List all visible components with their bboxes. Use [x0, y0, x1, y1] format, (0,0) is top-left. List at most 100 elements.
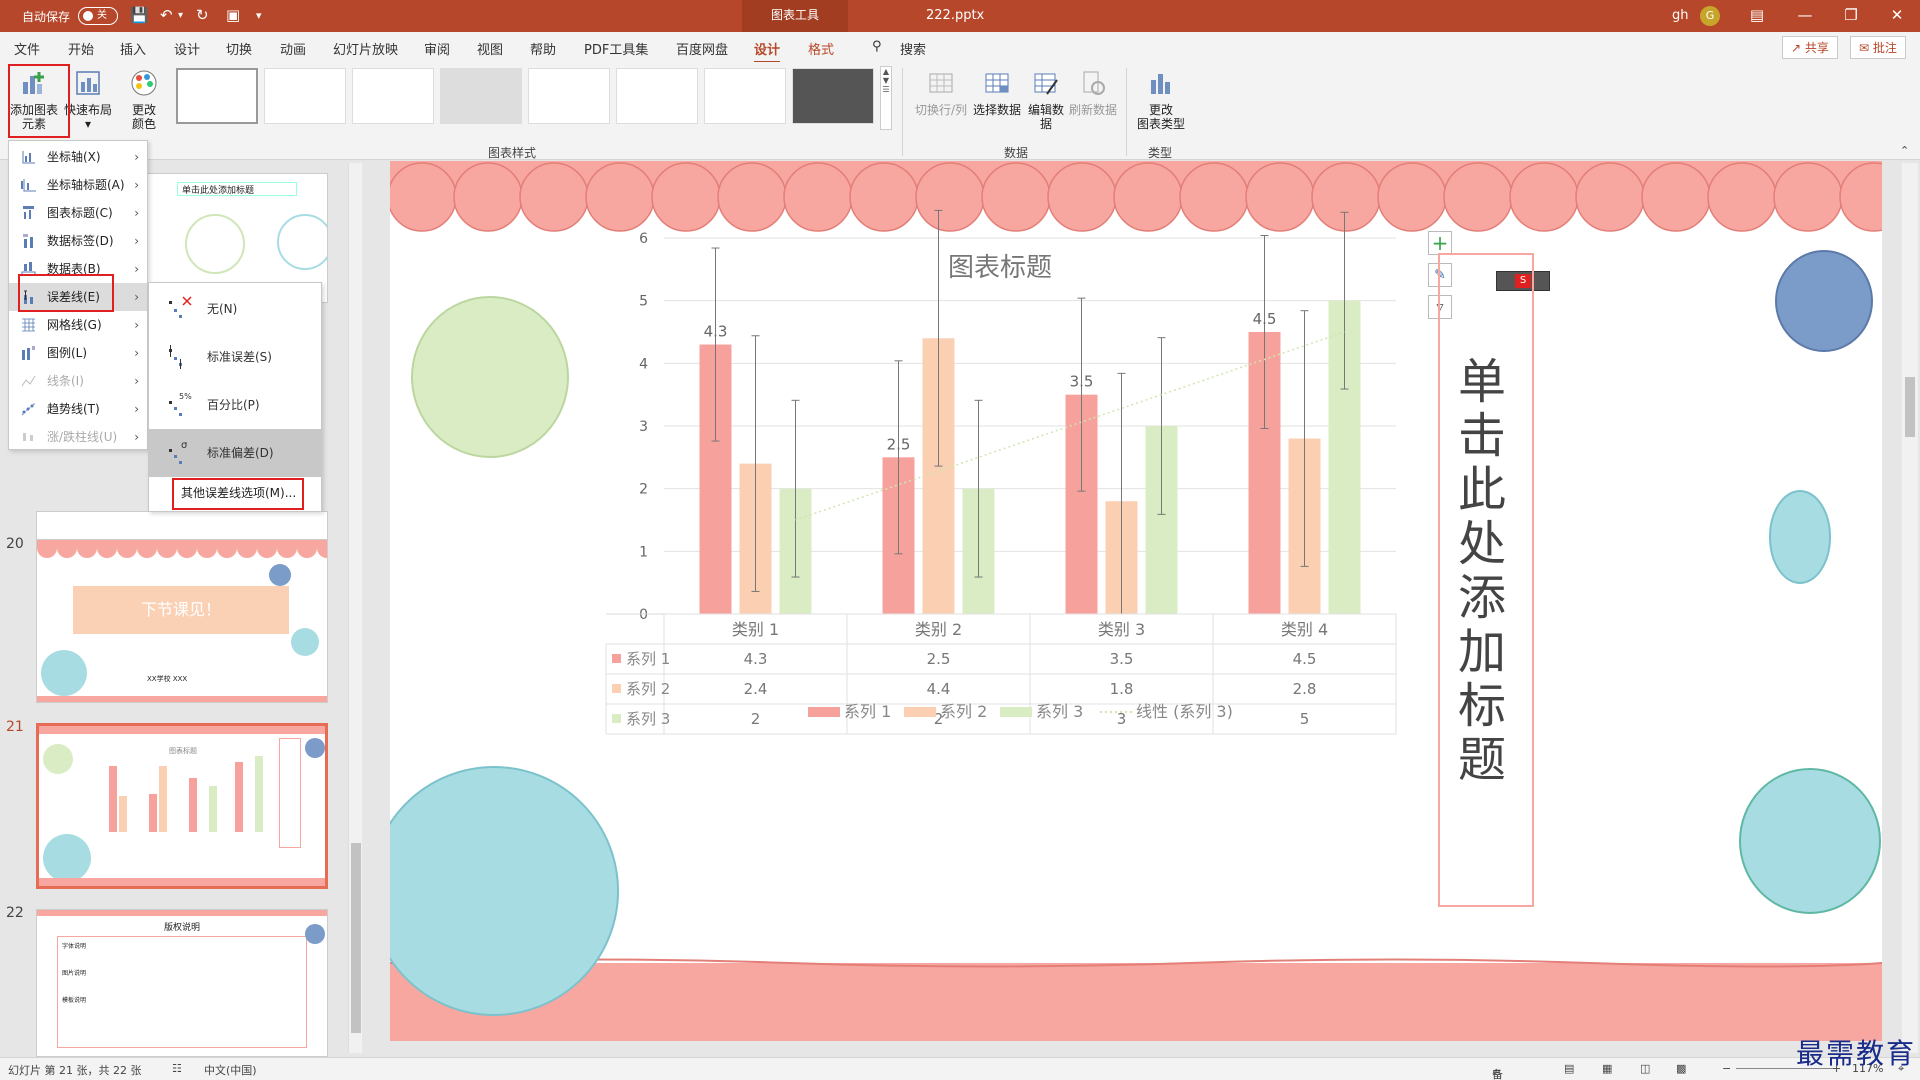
menu-item-up-down-bars[interactable]: 涨/跌柱线(U) ›	[9, 423, 147, 451]
menu-item-legend[interactable]: 图例(L) ›	[9, 339, 147, 367]
redo-icon[interactable]: ↻	[196, 6, 209, 24]
slide-editing-area: 0 1 2 3 4 5 6 4.3 2.5 3.5 4.5 类别 1 类别 2 类别 3 类别 4 系列 …	[364, 161, 1920, 1057]
tab-file[interactable]: 文件	[14, 39, 40, 58]
slideshow-icon[interactable]: ▩	[1676, 1062, 1686, 1075]
share-button[interactable]: ↗ 共享	[1782, 36, 1838, 59]
slide-thumbnail-21[interactable]: 图表标题	[36, 723, 328, 889]
menu-item-chart-title[interactable]: 图表标题(C) ›	[9, 199, 147, 227]
slide-21-bar	[209, 786, 217, 832]
error-bars-percentage[interactable]: 5% 百分比(P)	[149, 381, 321, 429]
comments-button[interactable]: ✉ 批注	[1850, 36, 1906, 59]
error-bars-standard-error[interactable]: 标准误差(S)	[149, 333, 321, 381]
gridlines-icon	[22, 318, 35, 332]
series-key	[612, 684, 621, 693]
chart-elements-plus-icon[interactable]: +	[1428, 231, 1452, 255]
slide-title-text[interactable]: 单击此处添加标题	[1458, 355, 1514, 787]
chart-style-7[interactable]	[704, 68, 786, 124]
tab-transitions[interactable]: 切换	[226, 39, 252, 58]
edit-data-label-1: 编辑数	[1027, 103, 1064, 117]
bar-chart[interactable]: 0 1 2 3 4 5 6 4.3 2.5 3.5 4.5 类别 1 类别 2 类别 3 类别 4 系列 …	[390, 161, 1882, 1041]
table-cell: 4.4	[927, 680, 951, 698]
ribbon-display-icon[interactable]: ▤	[1742, 6, 1772, 24]
type-group-label: 类型	[1148, 146, 1173, 160]
chart-title[interactable]: 图表标题	[948, 253, 1052, 283]
chevron-right-icon: ›	[134, 318, 139, 332]
current-slide[interactable]: 0 1 2 3 4 5 6 4.3 2.5 3.5 4.5 类别 1 类别 2 类别 3 类别 4 系列 …	[390, 161, 1882, 1041]
user-name[interactable]: gh	[1672, 8, 1689, 23]
tab-review[interactable]: 审阅	[424, 39, 450, 58]
percent-glyph: 5%	[179, 392, 192, 401]
tab-baidu-netdisk[interactable]: 百度网盘	[676, 39, 728, 58]
spelling-icon[interactable]: ☷	[172, 1062, 182, 1075]
gallery-scroll[interactable]: ▲ ▼ ☰	[880, 66, 892, 130]
restore-icon[interactable]: ❐	[1836, 6, 1866, 24]
present-icon[interactable]: ▣	[226, 6, 240, 24]
series-key	[612, 654, 621, 663]
data-labels-icon	[23, 234, 33, 248]
avatar[interactable]: G	[1700, 6, 1720, 26]
change-chart-type-button[interactable]: 更改 图表类型	[1134, 68, 1188, 131]
slide-scrollbar[interactable]	[1902, 163, 1918, 1053]
slide-thumbnail-22[interactable]: 版权说明 字体说明 图片说明 模板说明	[36, 909, 328, 1057]
chart-style-6[interactable]	[616, 68, 698, 124]
slide-thumbnail-20[interactable]: 下节课见！ XX学校 XXX	[36, 539, 328, 703]
normal-view-icon[interactable]: ▤	[1564, 1062, 1574, 1075]
undo-dropdown-icon[interactable]: ▾	[178, 10, 183, 21]
tab-view[interactable]: 视图	[477, 39, 503, 58]
undo-icon[interactable]: ↶	[160, 6, 173, 24]
chart-style-8[interactable]	[792, 68, 874, 124]
customize-qat-icon[interactable]: ▾	[256, 9, 262, 22]
menu-item-label: 线条(I)	[47, 374, 84, 388]
save-icon[interactable]: 💾	[130, 6, 149, 24]
refresh-data-button[interactable]: 刷新数据	[1068, 68, 1118, 117]
select-data-button[interactable]: 选择数据	[970, 68, 1024, 117]
menu-item-lines[interactable]: 线条(I) ›	[9, 367, 147, 395]
slide-bottom-band	[39, 878, 325, 886]
edit-data-button[interactable]: 编辑数 据	[1024, 68, 1068, 131]
title-placeholder[interactable]: 单击此处添加标题	[1438, 253, 1534, 907]
tab-slideshow[interactable]: 幻灯片放映	[333, 39, 398, 58]
table-cell: 4.3	[744, 650, 768, 668]
minimize-icon[interactable]: —	[1790, 6, 1820, 24]
menu-item-trendline[interactable]: 趋势线(T) ›	[9, 395, 147, 423]
thumbnail-scrollbar-thumb[interactable]	[351, 843, 361, 1033]
slide-sorter-icon[interactable]: ▦	[1602, 1062, 1612, 1075]
menu-item-axis-titles[interactable]: 坐标轴标题(A) ›	[9, 171, 147, 199]
tab-design[interactable]: 设计	[174, 39, 200, 58]
chart-style-4[interactable]	[440, 68, 522, 124]
legend-key	[808, 707, 840, 717]
tab-home[interactable]: 开始	[68, 39, 94, 58]
chart-style-2[interactable]	[264, 68, 346, 124]
language-indicator[interactable]: 中文(中国)	[204, 1062, 257, 1078]
thumbnail-scrollbar[interactable]	[348, 163, 362, 1053]
menu-item-gridlines[interactable]: 网格线(G) ›	[9, 311, 147, 339]
tab-animations[interactable]: 动画	[280, 39, 306, 58]
tab-chart-design[interactable]: 设计	[754, 39, 781, 64]
switch-row-column-button[interactable]: 切换行/列	[912, 68, 970, 117]
search-icon[interactable]: ⚲	[872, 39, 882, 54]
chevron-right-icon: ›	[134, 150, 139, 164]
tab-pdf-tools[interactable]: PDF工具集	[584, 39, 648, 58]
collapse-ribbon-icon[interactable]: ⌃	[1900, 144, 1909, 157]
status-bar: 幻灯片 第 21 张，共 22 张 ☷ 中文(中国) ≡ 备注 ▤ ▦ ◫ ▩ …	[0, 1057, 1920, 1080]
reading-view-icon[interactable]: ◫	[1640, 1062, 1650, 1075]
change-colors-button[interactable]: 更改 颜色	[124, 68, 164, 131]
search-label[interactable]: 搜索	[900, 39, 926, 58]
chart-style-1[interactable]	[176, 68, 258, 124]
tab-insert[interactable]: 插入	[120, 39, 146, 58]
menu-item-axes[interactable]: 坐标轴(X) ›	[9, 143, 147, 171]
autosave-toggle[interactable]: 关	[78, 7, 118, 25]
zoom-out-icon[interactable]: −	[1722, 1062, 1731, 1075]
slide-scrollbar-thumb[interactable]	[1905, 377, 1915, 437]
chart-style-3[interactable]	[352, 68, 434, 124]
tab-help[interactable]: 帮助	[530, 39, 556, 58]
error-bars-none[interactable]: 无(N)	[149, 285, 321, 333]
menu-item-data-labels[interactable]: 数据标签(D) ›	[9, 227, 147, 255]
watermark: 最需教育	[1796, 1037, 1917, 1070]
close-icon[interactable]: ✕	[1882, 6, 1912, 24]
chart-style-5[interactable]	[528, 68, 610, 124]
legend-label: 线性 (系列 3)	[1136, 702, 1233, 721]
select-data-label: 选择数据	[972, 103, 1021, 117]
tab-chart-format[interactable]: 格式	[808, 39, 834, 58]
error-bars-standard-deviation[interactable]: σ 标准偏差(D)	[149, 429, 321, 477]
